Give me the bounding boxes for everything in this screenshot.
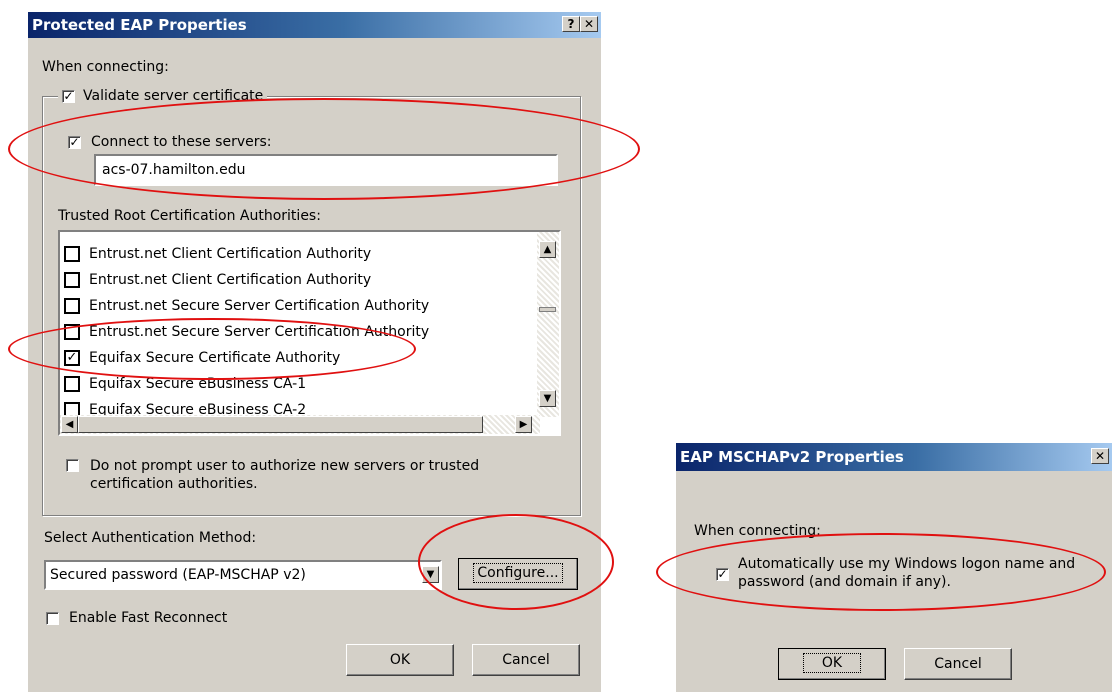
no-prompt-checkbox[interactable]: [66, 459, 79, 472]
ca-horizontal-scrollbar[interactable]: ◀ ▶: [60, 415, 540, 434]
h-scroll-thumb[interactable]: [78, 416, 483, 433]
ca-list-item[interactable]: Entrust.net Secure Server Certification …: [64, 319, 429, 345]
peap-dialog: Protected EAP Properties ? ✕ When connec…: [28, 12, 601, 692]
ca-item-label: Entrust.net Secure Server Certification …: [89, 324, 430, 340]
mschap-title: EAP MSCHAPv2 Properties: [680, 448, 904, 466]
connect-servers-label: Connect to these servers:: [91, 134, 272, 150]
configure-label: Configure...: [473, 563, 563, 583]
select-auth-label: Select Authentication Method:: [44, 530, 257, 546]
peap-ok-label: OK: [389, 652, 411, 668]
ca-item-checkbox[interactable]: ✓: [64, 350, 80, 366]
ca-item-label: Equifax Secure Certificate Authority: [89, 350, 341, 366]
connect-servers-row[interactable]: ✓ Connect to these servers:: [68, 134, 272, 150]
ca-list-item[interactable]: Entrust.net Client Certification Authori…: [64, 241, 371, 267]
ca-item-checkbox[interactable]: [64, 272, 80, 288]
scroll-up-icon[interactable]: ▲: [539, 241, 556, 258]
ca-list-item[interactable]: Entrust.net Secure Server Certification …: [64, 293, 429, 319]
ca-item-label: Entrust.net Client Certification Authori…: [89, 246, 372, 262]
scroll-thumb[interactable]: [539, 307, 556, 312]
peap-cancel-button[interactable]: Cancel: [472, 644, 580, 676]
auth-method-value: Secured password (EAP-MSCHAP v2): [50, 567, 306, 583]
mschap-ok-button[interactable]: OK: [778, 648, 886, 680]
peap-cancel-label: Cancel: [502, 652, 550, 668]
ca-item-checkbox[interactable]: [64, 324, 80, 340]
fast-reconnect-row[interactable]: Enable Fast Reconnect: [46, 610, 227, 626]
no-prompt-label-line2: certification authorities.: [90, 476, 258, 492]
ca-item-checkbox[interactable]: [64, 246, 80, 262]
server-name-value: acs-07.hamilton.edu: [102, 162, 246, 178]
ca-item-label: Equifax Secure eBusiness CA-1: [89, 376, 307, 392]
ca-item-checkbox[interactable]: [64, 376, 80, 392]
when-connecting-label: When connecting:: [42, 59, 169, 75]
peap-title: Protected EAP Properties: [32, 16, 247, 34]
ca-vertical-scrollbar[interactable]: ▲ ▼: [537, 232, 559, 417]
ca-list-item[interactable]: Equifax Secure eBusiness CA-1: [64, 371, 306, 397]
auto-logon-label-line1[interactable]: Automatically use my Windows logon name …: [738, 556, 1075, 572]
validate-checkbox[interactable]: ✓: [62, 89, 75, 103]
dropdown-arrow-icon[interactable]: ▼: [422, 566, 439, 583]
mschap-cancel-button[interactable]: Cancel: [904, 648, 1012, 680]
fast-reconnect-checkbox[interactable]: [46, 611, 59, 625]
trusted-root-label: Trusted Root Certification Authorities:: [58, 208, 321, 224]
server-name-input[interactable]: acs-07.hamilton.edu: [94, 154, 558, 186]
ca-list-item[interactable]: Entrust.net Client Certification Authori…: [64, 267, 371, 293]
validate-row[interactable]: ✓ Validate server certificate: [58, 88, 268, 104]
scroll-left-icon[interactable]: ◀: [61, 416, 78, 433]
validate-label: Validate server certificate: [83, 88, 264, 104]
ca-item-label: Entrust.net Secure Server Certification …: [89, 298, 430, 314]
auto-logon-label-line2[interactable]: password (and domain if any).: [738, 574, 951, 590]
connect-servers-checkbox[interactable]: ✓: [68, 135, 81, 149]
fast-reconnect-label: Enable Fast Reconnect: [69, 610, 228, 626]
scroll-down-icon[interactable]: ▼: [539, 390, 556, 407]
peap-ok-button[interactable]: OK: [346, 644, 454, 676]
peap-title-bar: Protected EAP Properties ? ✕: [28, 12, 601, 38]
ca-list[interactable]: Entrust.net Client Certification Authori…: [58, 230, 561, 436]
mschap-close-icon[interactable]: ✕: [1091, 448, 1109, 464]
mschap-ok-label: OK: [802, 653, 862, 673]
mschap-dialog: EAP MSCHAPv2 Properties ✕ When connectin…: [676, 443, 1112, 692]
mschap-when-connecting-label: When connecting:: [694, 523, 821, 539]
auth-method-select[interactable]: Secured password (EAP-MSCHAP v2) ▼: [44, 560, 442, 590]
ca-list-item[interactable]: ✓ Equifax Secure Certificate Authority: [64, 345, 340, 371]
mschap-title-bar: EAP MSCHAPv2 Properties ✕: [676, 443, 1112, 471]
help-icon[interactable]: ?: [562, 16, 580, 32]
close-icon[interactable]: ✕: [580, 16, 598, 32]
ca-item-label: Entrust.net Client Certification Authori…: [89, 272, 372, 288]
scroll-right-icon[interactable]: ▶: [515, 416, 532, 433]
configure-button[interactable]: Configure...: [458, 558, 578, 590]
ca-item-checkbox[interactable]: [64, 298, 80, 314]
auto-logon-checkbox[interactable]: ✓: [716, 568, 729, 581]
no-prompt-label-line1: Do not prompt user to authorize new serv…: [90, 458, 480, 474]
mschap-cancel-label: Cancel: [934, 656, 982, 672]
